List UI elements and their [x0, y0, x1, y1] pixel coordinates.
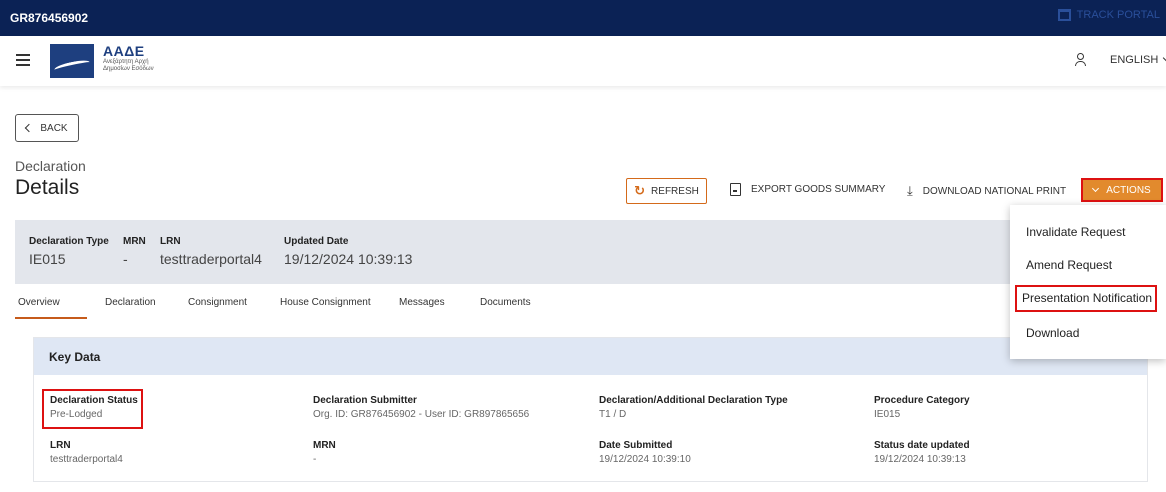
user-icon[interactable] — [1075, 53, 1087, 67]
export-label: EXPORT GOODS SUMMARY — [751, 184, 886, 195]
field-declaration-submitter: Declaration Submitter Org. ID: GR8764569… — [313, 395, 530, 420]
tab-overview[interactable]: Overview — [18, 297, 60, 308]
refresh-button[interactable]: ↻ REFRESH — [626, 178, 707, 204]
tab-documents[interactable]: Documents — [480, 297, 531, 308]
actions-label: ACTIONS — [1106, 184, 1151, 196]
export-goods-summary-button[interactable]: EXPORT GOODS SUMMARY — [730, 183, 885, 196]
field-declaration-type: Declaration/Additional Declaration Type … — [599, 395, 788, 420]
menu-icon[interactable] — [16, 54, 30, 66]
page-subtitle: Declaration — [15, 158, 86, 174]
tab-declaration[interactable]: Declaration — [105, 297, 156, 308]
download-label: DOWNLOAD NATIONAL PRINT — [922, 185, 1067, 197]
top-bar: GR876456902 TRACK PORTAL — [0, 0, 1166, 36]
summary-declaration-type: Declaration Type IE015 — [29, 236, 109, 267]
logo-subtitle-1: Ανεξάρτητη Αρχή — [103, 59, 149, 65]
declaration-summary: Declaration Type IE015 MRN - LRN testtra… — [15, 220, 1165, 284]
aade-logo[interactable] — [50, 44, 94, 78]
summary-lrn: LRN testtraderportal4 — [160, 236, 262, 267]
language-label: ENGLISH — [1110, 54, 1159, 66]
track-portal-button[interactable]: TRACK PORTAL — [1057, 9, 1160, 21]
field-status-date-updated: Status date updated 19/12/2024 10:39:13 — [874, 440, 970, 465]
tab-consignment[interactable]: Consignment — [188, 297, 247, 308]
logo-text: ΑΑΔΕ Ανεξάρτητη Αρχή Δημοσίων Εσόδων — [103, 43, 154, 73]
download-icon: ⤓ — [907, 183, 913, 198]
logo-subtitle-2: Δημοσίων Εσόδων — [103, 66, 154, 72]
calendar-icon — [1057, 9, 1071, 21]
chevron-left-icon — [25, 123, 34, 133]
field-procedure-category: Procedure Category IE015 — [874, 395, 970, 420]
refresh-icon: ↻ — [634, 183, 646, 198]
document-icon — [730, 183, 741, 196]
summary-updated-date: Updated Date 19/12/2024 10:39:13 — [284, 236, 413, 267]
field-date-submitted: Date Submitted 19/12/2024 10:39:10 — [599, 440, 691, 465]
active-tab-indicator — [15, 317, 87, 319]
refresh-label: REFRESH — [651, 185, 699, 197]
summary-mrn: MRN - — [123, 236, 146, 267]
eori-number: GR876456902 — [10, 11, 89, 25]
page-title: Details — [15, 176, 80, 199]
status-highlight-box — [42, 389, 143, 429]
language-selector[interactable]: ENGLISH — [1110, 53, 1166, 66]
back-label: BACK — [40, 122, 68, 134]
actions-button[interactable]: ACTIONS — [1081, 178, 1163, 202]
tab-messages[interactable]: Messages — [399, 297, 445, 308]
key-data-title: Key Data — [34, 338, 1147, 375]
actions-menu: Invalidate Request Amend Request Present… — [1010, 205, 1166, 359]
chevron-down-icon — [1092, 184, 1100, 193]
key-data-card: Key Data Declaration Status Pre-Lodged D… — [33, 337, 1148, 482]
menu-item-amend-request[interactable]: Amend Request — [1026, 258, 1112, 272]
tab-bar: Overview Declaration Consignment House C… — [15, 284, 1015, 320]
field-lrn: LRN testtraderportal4 — [50, 440, 123, 465]
field-mrn: MRN - — [313, 440, 336, 465]
app-header: ΑΑΔΕ Ανεξάρτητη Αρχή Δημοσίων Εσόδων ENG… — [0, 36, 1166, 86]
track-portal-label: TRACK PORTAL — [1076, 9, 1160, 21]
logo-title: ΑΑΔΕ — [103, 43, 145, 59]
presentation-notification-highlight-box — [1015, 285, 1157, 312]
menu-item-download[interactable]: Download — [1026, 326, 1079, 340]
tab-house-consignment[interactable]: House Consignment — [280, 297, 371, 308]
back-button[interactable]: BACK — [15, 114, 79, 142]
menu-item-invalidate-request[interactable]: Invalidate Request — [1026, 225, 1125, 239]
download-national-print-button[interactable]: ⤓ DOWNLOAD NATIONAL PRINT — [907, 183, 1066, 199]
